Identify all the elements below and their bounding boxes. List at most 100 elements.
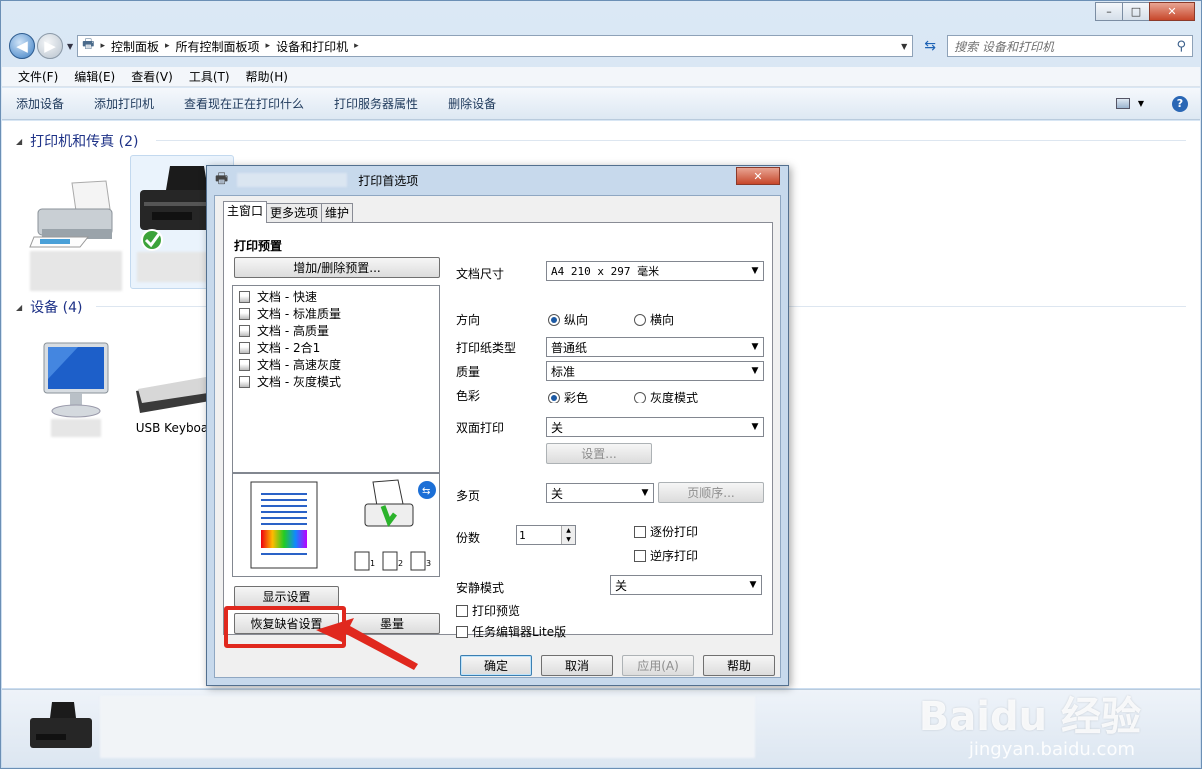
reverse-order-checkbox[interactable]: 逆序打印 (634, 547, 698, 564)
chevron-down-icon: ▼ (751, 342, 759, 352)
breadcrumb-item[interactable]: 控制面板 (111, 38, 159, 55)
menu-edit[interactable]: 编辑(E) (66, 68, 123, 85)
add-remove-preset-button[interactable]: 增加/删除预置... (234, 257, 440, 278)
menu-view[interactable]: 查看(V) (123, 68, 181, 85)
duplex-settings-button[interactable]: 设置... (546, 443, 652, 464)
list-item[interactable]: 文档 - 高速灰度 (239, 356, 433, 373)
reverse-label: 逆序打印 (650, 549, 699, 563)
chevron-right-icon[interactable]: ▸ (266, 41, 271, 51)
back-button[interactable]: ◀ (9, 33, 35, 59)
menu-tools[interactable]: 工具(T) (181, 68, 238, 85)
minimize-button[interactable]: – (1095, 2, 1123, 21)
group-divider (156, 140, 1186, 141)
landscape-radio[interactable]: 横向 (634, 311, 674, 328)
address-bar[interactable]: 🖶 ▸ 控制面板 ▸ 所有控制面板项 ▸ 设备和打印机 ▸ ▼ (77, 35, 914, 57)
print-server-properties-button[interactable]: 打印服务器属性 (334, 95, 418, 112)
keyboard-device[interactable]: USB Keyboa (132, 371, 212, 435)
group-devices[interactable]: ◢ 设备 (4) (16, 297, 1186, 317)
dialog-close-button[interactable]: ✕ (736, 167, 780, 185)
chevron-down-icon: ▼ (751, 266, 759, 276)
chevron-right-icon[interactable]: ▸ (354, 41, 359, 51)
menu-file[interactable]: 文件(F) (10, 68, 66, 85)
job-arranger-checkbox[interactable]: 任务编辑器Lite版 (456, 623, 566, 640)
remove-device-button[interactable]: 删除设备 (448, 95, 496, 112)
print-preview-pane: ⇆ 1 2 3 (232, 473, 440, 577)
tab-maintenance[interactable]: 维护 (321, 203, 354, 223)
quality-label: 质量 (456, 365, 481, 379)
ok-button[interactable]: 确定 (460, 655, 532, 676)
close-button[interactable]: ✕ (1149, 2, 1195, 21)
search-icon[interactable]: ⚲ (1176, 39, 1186, 54)
chevron-right-icon[interactable]: ▸ (100, 41, 105, 51)
list-item[interactable]: 文档 - 标准质量 (239, 305, 433, 322)
chevron-down-icon: ▼ (641, 488, 649, 498)
print-preview-checkbox[interactable]: 打印预览 (456, 602, 520, 619)
add-printer-button[interactable]: 添加打印机 (94, 95, 154, 112)
group-devices-label: 设备 (4) (30, 300, 83, 316)
refresh-icon[interactable]: ⇆ (919, 35, 941, 57)
address-row: ◀ ▶ ▼ 🖶 ▸ 控制面板 ▸ 所有控制面板项 ▸ 设备和打印机 ▸ ▼ ⇆ … (9, 33, 1193, 59)
quiet-mode-select[interactable]: 关 ▼ (610, 575, 762, 595)
see-whats-printing-button[interactable]: 查看现在正在打印什么 (184, 95, 304, 112)
collate-label: 逐份打印 (650, 525, 699, 539)
menu-help[interactable]: 帮助(H) (238, 68, 296, 85)
list-item[interactable]: 文档 - 灰度模式 (239, 373, 433, 390)
chevron-down-icon[interactable]: ▼ (1138, 99, 1144, 108)
quality-select[interactable]: 标准 ▼ (546, 361, 764, 381)
svg-text:3: 3 (426, 559, 431, 568)
breadcrumb-item[interactable]: 所有控制面板项 (176, 38, 260, 55)
preset-label: 文档 - 灰度模式 (257, 375, 341, 389)
list-item[interactable]: 文档 - 高质量 (239, 322, 433, 339)
multipage-select[interactable]: 关 ▼ (546, 483, 654, 503)
svg-text:⇆: ⇆ (422, 486, 430, 497)
show-settings-button[interactable]: 显示设置 (234, 586, 339, 607)
chevron-down-icon[interactable]: ▼ (896, 42, 912, 51)
svg-text:2: 2 (398, 559, 403, 568)
cancel-button[interactable]: 取消 (541, 655, 613, 676)
dialog-titlebar[interactable]: 🖶 打印首选项 ✕ (207, 166, 788, 194)
collapse-icon[interactable]: ◢ (16, 137, 22, 146)
keyboard-icon (136, 377, 210, 413)
doc-size-select[interactable]: A4 210 x 297 毫米 ▼ (546, 261, 764, 281)
list-item[interactable]: 文档 - 2合1 (239, 339, 433, 356)
help-icon[interactable]: ? (1172, 95, 1188, 112)
forward-button[interactable]: ▶ (37, 33, 63, 59)
chevron-down-icon: ▼ (749, 580, 757, 590)
tab-main[interactable]: 主窗口 (223, 201, 268, 223)
help-button[interactable]: 帮助 (703, 655, 775, 676)
change-view-icon[interactable] (1115, 98, 1130, 109)
control-panel-icon: 🖶 (82, 37, 95, 52)
list-item[interactable]: 文档 - 快速 (239, 288, 433, 305)
quiet-mode-value: 关 (615, 578, 628, 593)
breadcrumb-item[interactable]: 设备和打印机 (276, 38, 348, 55)
caption-buttons: – □ ✕ (1095, 2, 1195, 21)
tab-more-options[interactable]: 更多选项 (266, 203, 323, 223)
duplex-select[interactable]: 关 ▼ (546, 417, 764, 437)
preset-label: 文档 - 高质量 (257, 324, 329, 338)
chevron-down-icon: ▼ (751, 422, 759, 432)
view-controls: ▼ ? (1115, 95, 1188, 112)
preset-list[interactable]: 文档 - 快速 文档 - 标准质量 文档 - 高质量 文档 - 2合1 文档 -… (232, 285, 440, 473)
copies-spinner[interactable]: 1 ▲ ▼ (516, 525, 576, 545)
search-placeholder: 搜索 设备和打印机 (954, 39, 1054, 54)
checkbox-box (634, 525, 646, 538)
chevron-right-icon[interactable]: ▸ (165, 41, 170, 51)
checkbox-box (634, 549, 646, 562)
add-device-button[interactable]: 添加设备 (16, 95, 64, 112)
group-printers-label: 打印机和传真 (2) (30, 134, 139, 150)
radio-dot (634, 313, 646, 326)
portrait-radio[interactable]: 纵向 (548, 311, 588, 328)
paper-type-select[interactable]: 普通纸 ▼ (546, 337, 764, 357)
collapse-icon[interactable]: ◢ (16, 303, 22, 312)
radio-dot (548, 313, 560, 326)
maximize-button[interactable]: □ (1122, 2, 1150, 21)
group-printers[interactable]: ◢ 打印机和传真 (2) (16, 131, 1186, 151)
recent-pages-dropdown[interactable]: ▼ (67, 42, 73, 51)
monitor-device[interactable] (38, 339, 114, 437)
search-input[interactable]: 搜索 设备和打印机 ⚲ (947, 35, 1193, 57)
page-order-button[interactable]: 页顺序... (658, 482, 764, 503)
collate-checkbox[interactable]: 逐份打印 (634, 523, 698, 540)
printer-device[interactable] (28, 179, 124, 291)
spinner-arrows-icon[interactable]: ▲ ▼ (561, 526, 575, 544)
apply-button[interactable]: 应用(A) (622, 655, 694, 676)
